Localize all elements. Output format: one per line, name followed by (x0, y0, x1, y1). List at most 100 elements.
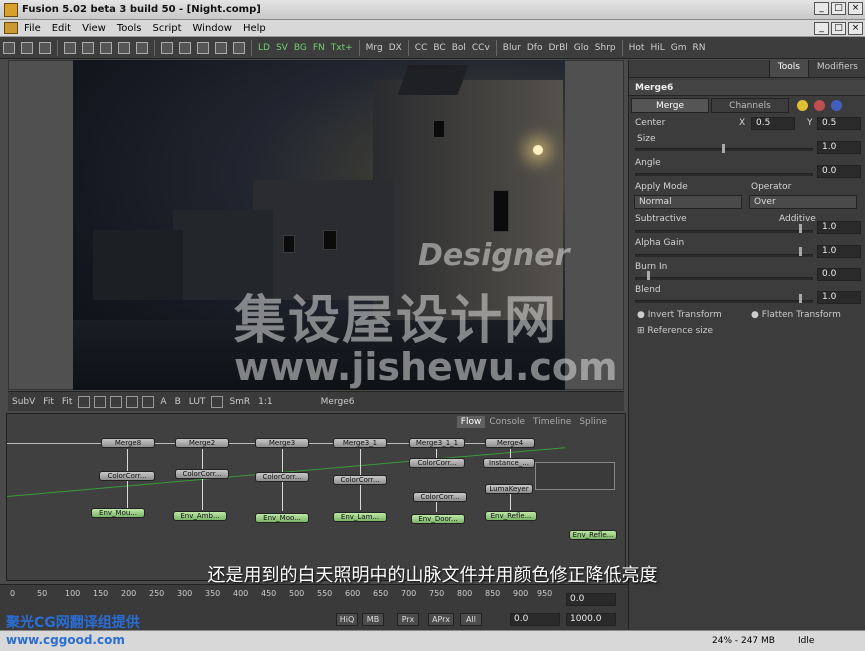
subadd-knob[interactable] (799, 224, 802, 233)
tool-gm[interactable]: Gm (668, 43, 690, 53)
tab-console[interactable]: Console (485, 416, 529, 428)
rectangle-icon[interactable] (126, 395, 139, 408)
render-end-input[interactable]: 1000.0 (566, 613, 616, 626)
tool-bg[interactable]: BG (291, 43, 310, 53)
center-x-input[interactable]: 0.5 (751, 117, 795, 130)
alpha-gain-input[interactable]: 1.0 (817, 245, 861, 258)
tool-ld[interactable]: LD (255, 43, 273, 53)
brush-icon[interactable] (110, 395, 123, 408)
loader-node[interactable]: Env_Refle... (569, 530, 617, 540)
menu-tools[interactable]: Tools (117, 23, 142, 34)
checker-icon[interactable] (94, 395, 107, 408)
radiation-icon[interactable] (797, 100, 808, 111)
tab-channels[interactable]: Channels (711, 98, 789, 113)
maximize-button[interactable]: □ (831, 2, 846, 15)
loader-node[interactable]: Env_Amb... (173, 511, 227, 521)
curve-icon[interactable] (78, 395, 91, 408)
minimize-button[interactable]: _ (814, 2, 829, 15)
layout-bottom-icon[interactable] (197, 41, 209, 54)
layout-side-icon[interactable] (233, 41, 245, 54)
lut-button[interactable]: LUT (185, 397, 210, 407)
open-file-icon[interactable] (21, 41, 33, 54)
angle-input[interactable]: 0.0 (817, 165, 861, 178)
size-knob[interactable] (722, 144, 725, 153)
gear-icon[interactable] (814, 100, 825, 111)
tab-modifiers[interactable]: Modifiers (807, 60, 865, 77)
hiq-button[interactable]: HiQ (336, 613, 358, 626)
tool-dfo[interactable]: Dfo (524, 43, 546, 53)
doc-minimize-button[interactable]: _ (814, 22, 829, 35)
colorcorrector-node[interactable]: ColorCorr... (175, 469, 229, 479)
layout-single-icon[interactable] (161, 41, 173, 54)
center-y-input[interactable]: 0.5 (817, 117, 861, 130)
merge-node[interactable]: Merge4 (485, 438, 535, 448)
document-icon[interactable] (4, 22, 18, 34)
tool-mrg[interactable]: Mrg (363, 43, 386, 53)
colorcorrector-node[interactable]: ColorCorr... (333, 475, 387, 485)
tool-blur[interactable]: Blur (500, 43, 524, 53)
tool-rn[interactable]: RN (689, 43, 708, 53)
circle-icon[interactable] (142, 395, 155, 408)
merge-node[interactable]: Merge3_1 (333, 438, 387, 448)
subv-dropdown[interactable]: SubV (8, 397, 39, 407)
alpha-gain-slider[interactable] (635, 254, 813, 257)
burn-in-slider[interactable] (635, 277, 813, 280)
lock-icon[interactable] (211, 395, 224, 408)
layout-split-icon[interactable] (179, 41, 191, 54)
copy-icon[interactable] (82, 41, 94, 54)
size-input[interactable]: 1.0 (817, 141, 861, 154)
flow-navigator[interactable] (535, 462, 615, 490)
reference-size-expander[interactable]: ⊞ Reference size (637, 326, 713, 336)
subadd-input[interactable]: 1.0 (817, 221, 861, 234)
fit-button[interactable]: Fit (39, 397, 58, 407)
flatten-transform-checkbox[interactable]: ● Flatten Transform (751, 310, 841, 320)
merge-node[interactable]: Merge8 (101, 438, 155, 448)
loader-node[interactable]: Env_Refle... (485, 511, 537, 521)
tool-hil[interactable]: HiL (647, 43, 667, 53)
blend-input[interactable]: 1.0 (817, 291, 861, 304)
colorcorrector-node[interactable]: ColorCorr... (99, 471, 155, 481)
tool-bc[interactable]: BC (430, 43, 448, 53)
tool-dx[interactable]: DX (386, 43, 405, 53)
menu-help[interactable]: Help (243, 23, 266, 34)
paste-icon[interactable] (100, 41, 112, 54)
invert-transform-checkbox[interactable]: ● Invert Transform (637, 310, 722, 320)
loader-node[interactable]: Env_Door... (411, 514, 465, 524)
a-button[interactable]: A (156, 397, 170, 407)
colorcorrector-node[interactable]: ColorCorr... (255, 472, 309, 482)
menu-edit[interactable]: Edit (52, 23, 71, 34)
current-frame-input[interactable]: 0.0 (566, 593, 616, 606)
menu-window[interactable]: Window (193, 23, 232, 34)
tool-ccv[interactable]: CCv (469, 43, 493, 53)
menu-script[interactable]: Script (152, 23, 181, 34)
burn-in-input[interactable]: 0.0 (817, 268, 861, 281)
tab-timeline[interactable]: Timeline (529, 416, 575, 428)
tool-header[interactable]: Merge6 (629, 80, 865, 96)
redo-icon[interactable] (136, 41, 148, 54)
tab-spline[interactable]: Spline (575, 416, 611, 428)
tab-merge[interactable]: Merge (631, 98, 709, 113)
loader-node[interactable]: Env_Mou... (91, 508, 145, 518)
tool-cc[interactable]: CC (412, 43, 431, 53)
loader-node[interactable]: Env_Moo... (255, 513, 309, 523)
instance-node[interactable]: Instance_... (483, 458, 535, 468)
tool-bol[interactable]: Bol (449, 43, 469, 53)
mb-button[interactable]: MB (362, 613, 384, 626)
tool-hot[interactable]: Hot (626, 43, 648, 53)
colorcorrector-node[interactable]: ColorCorr... (413, 492, 467, 502)
new-file-icon[interactable] (3, 41, 15, 54)
b-button[interactable]: B (171, 397, 185, 407)
prx-button[interactable]: Prx (397, 613, 419, 626)
tool-shrp[interactable]: Shrp (592, 43, 619, 53)
all-button[interactable]: All (460, 613, 482, 626)
fit-button-2[interactable]: Fit (58, 397, 77, 407)
undo-icon[interactable] (118, 41, 130, 54)
info-icon[interactable] (831, 100, 842, 111)
cut-icon[interactable] (64, 41, 76, 54)
blend-knob[interactable] (799, 294, 802, 303)
doc-close-button[interactable]: × (848, 22, 863, 35)
smr-button[interactable]: SmR (225, 397, 254, 407)
layout-quad-icon[interactable] (215, 41, 227, 54)
burn-in-knob[interactable] (647, 271, 650, 280)
merge-node[interactable]: Merge3_1_1 (409, 438, 465, 448)
